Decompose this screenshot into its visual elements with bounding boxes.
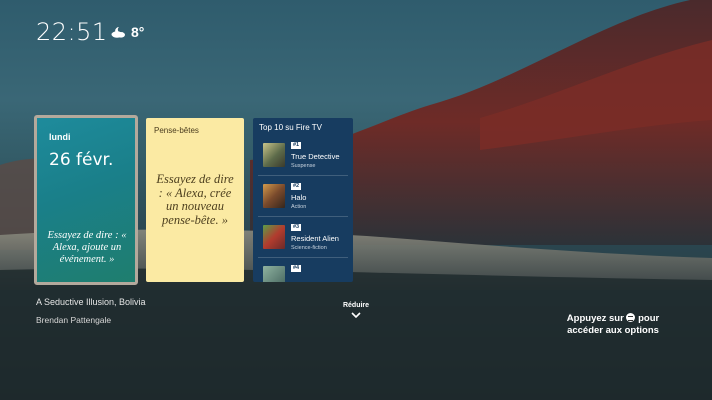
collapse-button[interactable]: Réduire [340,302,372,318]
photo-caption: A Seductive Illusion, Bolivia Brendan Pa… [36,297,146,326]
hint-text-after: pour [638,313,660,324]
list-item[interactable]: #3 Resident Alien Science-fiction [258,220,348,258]
item-genre: Suspense [291,163,316,169]
partly-cloudy-night-icon [111,27,125,38]
chevron-down-icon [351,312,361,318]
notes-title: Pense-bêtes [154,126,199,135]
rank-badge: #1 [291,142,302,149]
rank-badge: #4 [291,265,302,272]
thumbnail [263,266,285,282]
day-label: lundi [49,132,71,142]
alexa-tip: Essayez de dire : « Alexa, ajoute un évé… [47,230,127,265]
top10-title: Top 10 su Fire TV [259,123,322,132]
options-hint: Appuyez sur pour accéder aux options [548,313,678,337]
date-label: 26 févr. [49,150,114,170]
clock: 22:51 [36,18,108,46]
menu-button-icon [626,313,636,322]
weather-widget: 8° [110,24,144,40]
collapse-label: Réduire [342,302,370,309]
item-title: Resident Alien [291,234,339,243]
list-item[interactable]: #2 Halo Action [258,179,348,217]
notes-tip: Essayez de dire : « Alexa, crée un nouve… [156,172,234,227]
list-item[interactable]: #1 True Detective Suspense [258,138,348,176]
rank-badge: #3 [291,224,302,231]
top10-card[interactable]: Top 10 su Fire TV #1 True Detective Susp… [253,118,353,282]
item-genre: Action [291,204,307,210]
thumbnail [263,184,285,208]
notes-card[interactable]: Pense-bêtes Essayez de dire : « Alexa, c… [146,118,244,282]
hint-text-line2: accéder aux options [567,325,659,336]
item-genre: Science-fiction [291,245,327,251]
date-card[interactable]: lundi 26 févr. Essayez de dire : « Alexa… [34,115,138,285]
thumbnail [263,225,285,249]
photo-title: A Seductive Illusion, Bolivia [36,297,146,307]
thumbnail [263,143,285,167]
list-item[interactable]: #4 [258,261,348,282]
item-title: True Detective [291,152,340,161]
weather-temperature: 8° [131,24,145,40]
rank-badge: #2 [291,183,302,190]
item-title: Halo [291,193,307,202]
hint-text-before: Appuyez sur [566,313,624,324]
photo-author: Brendan Pattengale [36,315,112,325]
